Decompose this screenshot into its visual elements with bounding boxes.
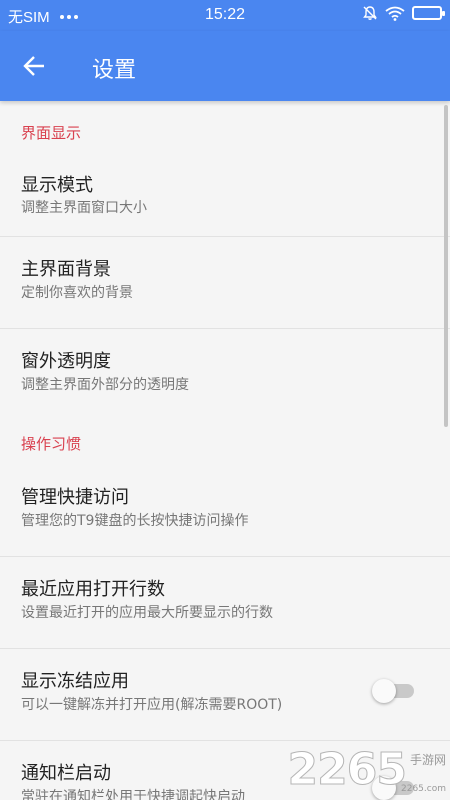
setting-title: 显示冻结应用 — [21, 671, 129, 692]
watermark-url: 2265.com — [401, 784, 446, 794]
scrollbar[interactable] — [444, 105, 448, 427]
battery-icon — [412, 6, 445, 20]
setting-subtitle: 设置最近打开的应用最大所要显示的行数 — [21, 605, 273, 621]
section-header-habits: 操作习惯 — [21, 435, 82, 453]
setting-main-background[interactable]: 主界面背景 定制你喜欢的背景 — [0, 237, 450, 329]
setting-title: 主界面背景 — [21, 259, 111, 280]
frozen-apps-toggle[interactable] — [372, 679, 414, 703]
setting-title: 最近应用打开行数 — [21, 579, 165, 600]
setting-manage-shortcuts[interactable]: 管理快捷访问 管理您的T9键盘的长按快捷访问操作 — [0, 465, 450, 557]
wifi-icon — [385, 6, 405, 21]
setting-subtitle: 调整主界面窗口大小 — [21, 200, 147, 216]
arrow-left-icon[interactable] — [22, 53, 48, 79]
toggle-knob — [372, 679, 396, 703]
settings-list: 界面显示 显示模式 调整主界面窗口大小 主界面背景 定制你喜欢的背景 窗外透明度… — [0, 101, 450, 800]
setting-recent-app-rows[interactable]: 最近应用打开行数 设置最近打开的应用最大所要显示的行数 — [0, 557, 450, 649]
setting-show-frozen-apps[interactable]: 显示冻结应用 可以一键解冻并打开应用(解冻需要ROOT) — [0, 649, 450, 741]
setting-display-mode[interactable]: 显示模式 调整主界面窗口大小 — [0, 153, 450, 237]
section-header-display: 界面显示 — [21, 124, 82, 142]
setting-outside-transparency[interactable]: 窗外透明度 调整主界面外部分的透明度 — [0, 329, 450, 421]
setting-subtitle: 管理您的T9键盘的长按快捷访问操作 — [21, 513, 249, 529]
setting-subtitle: 调整主界面外部分的透明度 — [21, 377, 189, 393]
watermark-logo: 2265 手游网 2265.com — [287, 744, 446, 795]
setting-title: 管理快捷访问 — [21, 487, 129, 508]
silent-icon — [363, 6, 377, 20]
status-bar: 无SIM 15:22 — [0, 0, 450, 31]
setting-subtitle: 常驻在通知栏处用于快捷调起快启动 — [21, 789, 245, 800]
page-title: 设置 — [92, 58, 137, 83]
setting-subtitle: 可以一键解冻并打开应用(解冻需要ROOT) — [21, 697, 283, 713]
app-bar: 设置 — [0, 31, 450, 101]
watermark-text: 手游网 — [409, 753, 446, 767]
setting-subtitle: 定制你喜欢的背景 — [21, 285, 133, 301]
settings-screen: 无SIM 15:22 设置 界面显示 显示模式 调整主界面窗口大小 主界面背景 … — [0, 0, 450, 800]
watermark-number: 2265 — [287, 744, 407, 795]
setting-title: 通知栏启动 — [21, 763, 111, 784]
status-right — [362, 5, 445, 21]
setting-title: 窗外透明度 — [21, 351, 111, 372]
setting-title: 显示模式 — [21, 175, 93, 196]
